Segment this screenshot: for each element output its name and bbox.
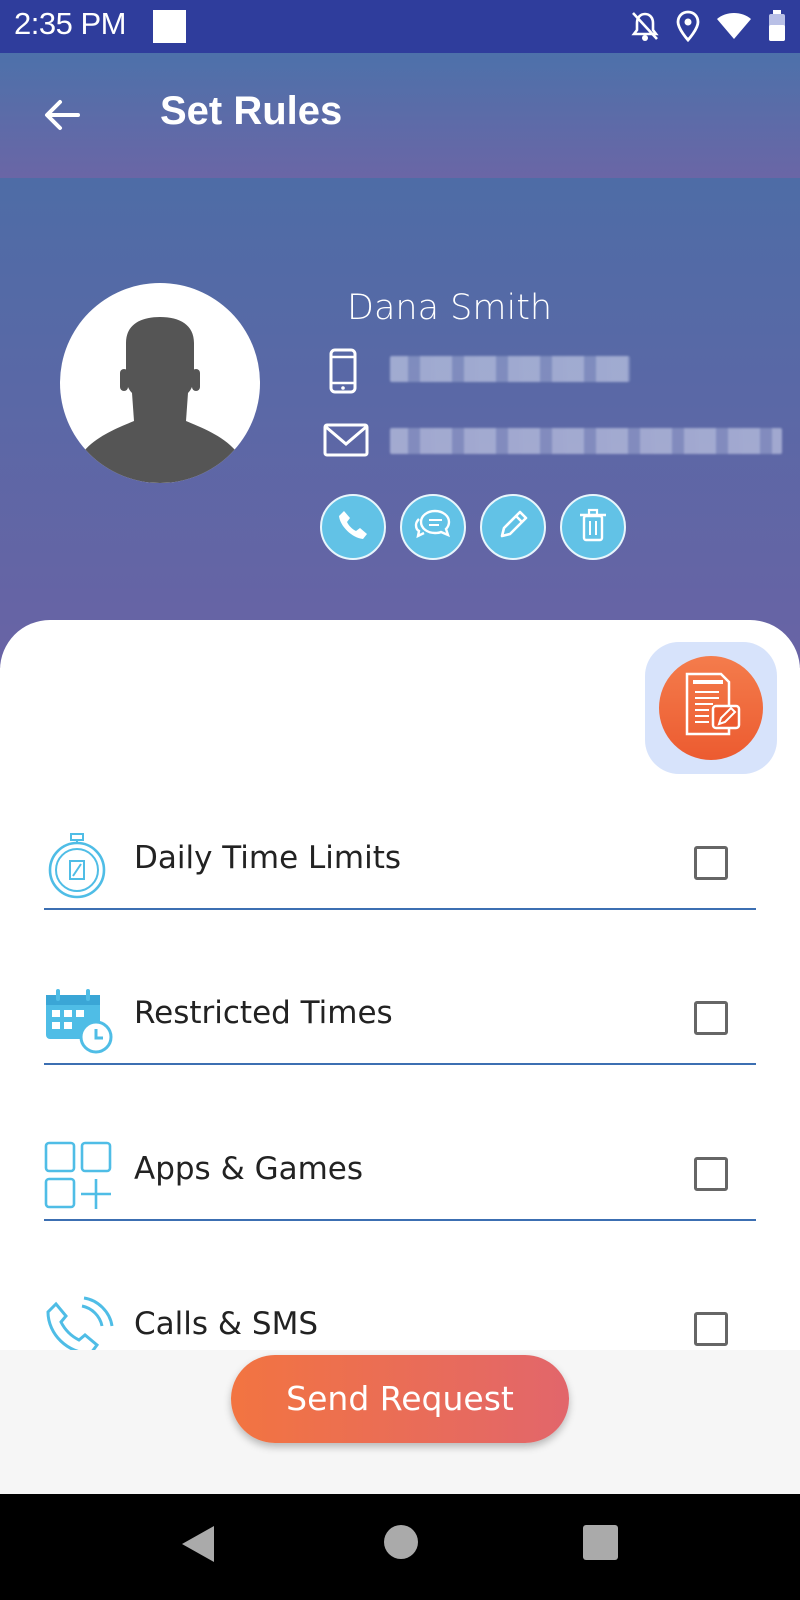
status-time: 2:35 PM xyxy=(14,6,126,41)
send-request-button[interactable]: Send Request xyxy=(231,1355,569,1443)
fab-circle xyxy=(659,656,763,760)
avatar xyxy=(60,283,260,483)
call-icon xyxy=(336,508,370,546)
rule-checkbox[interactable] xyxy=(694,846,728,880)
rule-label: Daily Time Limits xyxy=(134,840,402,876)
status-bar: 2:35 PM xyxy=(0,0,800,53)
rule-checkbox[interactable] xyxy=(694,1312,728,1346)
contact-email xyxy=(390,428,782,454)
stopwatch-icon xyxy=(44,830,114,900)
contact-actions xyxy=(320,494,626,560)
rules-card: Daily Time Limits Restricted Times Apps … xyxy=(0,620,800,1355)
rule-label: Calls & SMS xyxy=(134,1306,319,1342)
call-button[interactable] xyxy=(320,494,386,560)
location-icon xyxy=(676,10,700,42)
edit-button[interactable] xyxy=(480,494,546,560)
status-icons xyxy=(630,10,786,42)
bottom-action-bar: Send Request xyxy=(0,1350,800,1494)
app-header: Set Rules xyxy=(0,53,800,178)
nav-recents-icon[interactable] xyxy=(583,1525,618,1560)
nav-home-icon[interactable] xyxy=(384,1525,418,1559)
notifications-off-icon xyxy=(630,10,660,42)
rule-label: Restricted Times xyxy=(134,995,393,1031)
calendar-clock-icon xyxy=(44,985,114,1055)
document-edit-icon xyxy=(679,670,743,746)
contact-profile: Dana Smith xyxy=(0,178,800,668)
edit-icon xyxy=(496,508,530,546)
message-icon xyxy=(413,507,453,547)
message-button[interactable] xyxy=(400,494,466,560)
apps-grid-icon xyxy=(44,1141,114,1211)
rule-label: Apps & Games xyxy=(134,1151,364,1187)
smartphone-icon xyxy=(328,348,358,398)
rule-daily-time-limits[interactable]: Daily Time Limits xyxy=(44,812,756,910)
rule-checkbox[interactable] xyxy=(694,1157,728,1191)
delete-icon xyxy=(578,508,608,546)
battery-icon xyxy=(768,10,786,42)
system-nav-bar xyxy=(0,1494,800,1600)
page-title: Set Rules xyxy=(160,89,343,133)
rule-checkbox[interactable] xyxy=(694,1001,728,1035)
delete-button[interactable] xyxy=(560,494,626,560)
contact-name: Dana Smith xyxy=(347,288,553,328)
nav-back-icon[interactable] xyxy=(180,1524,216,1568)
rule-restricted-times[interactable]: Restricted Times xyxy=(44,967,756,1065)
notification-square-icon xyxy=(153,10,186,43)
contact-phone xyxy=(390,356,630,382)
rule-apps-games[interactable]: Apps & Games xyxy=(44,1123,756,1221)
wifi-icon xyxy=(716,11,752,41)
rules-document-button[interactable] xyxy=(645,642,777,774)
person-silhouette-icon xyxy=(84,317,236,483)
arrow-left-icon xyxy=(40,100,84,141)
back-button[interactable] xyxy=(40,93,84,137)
mail-icon xyxy=(323,423,369,461)
